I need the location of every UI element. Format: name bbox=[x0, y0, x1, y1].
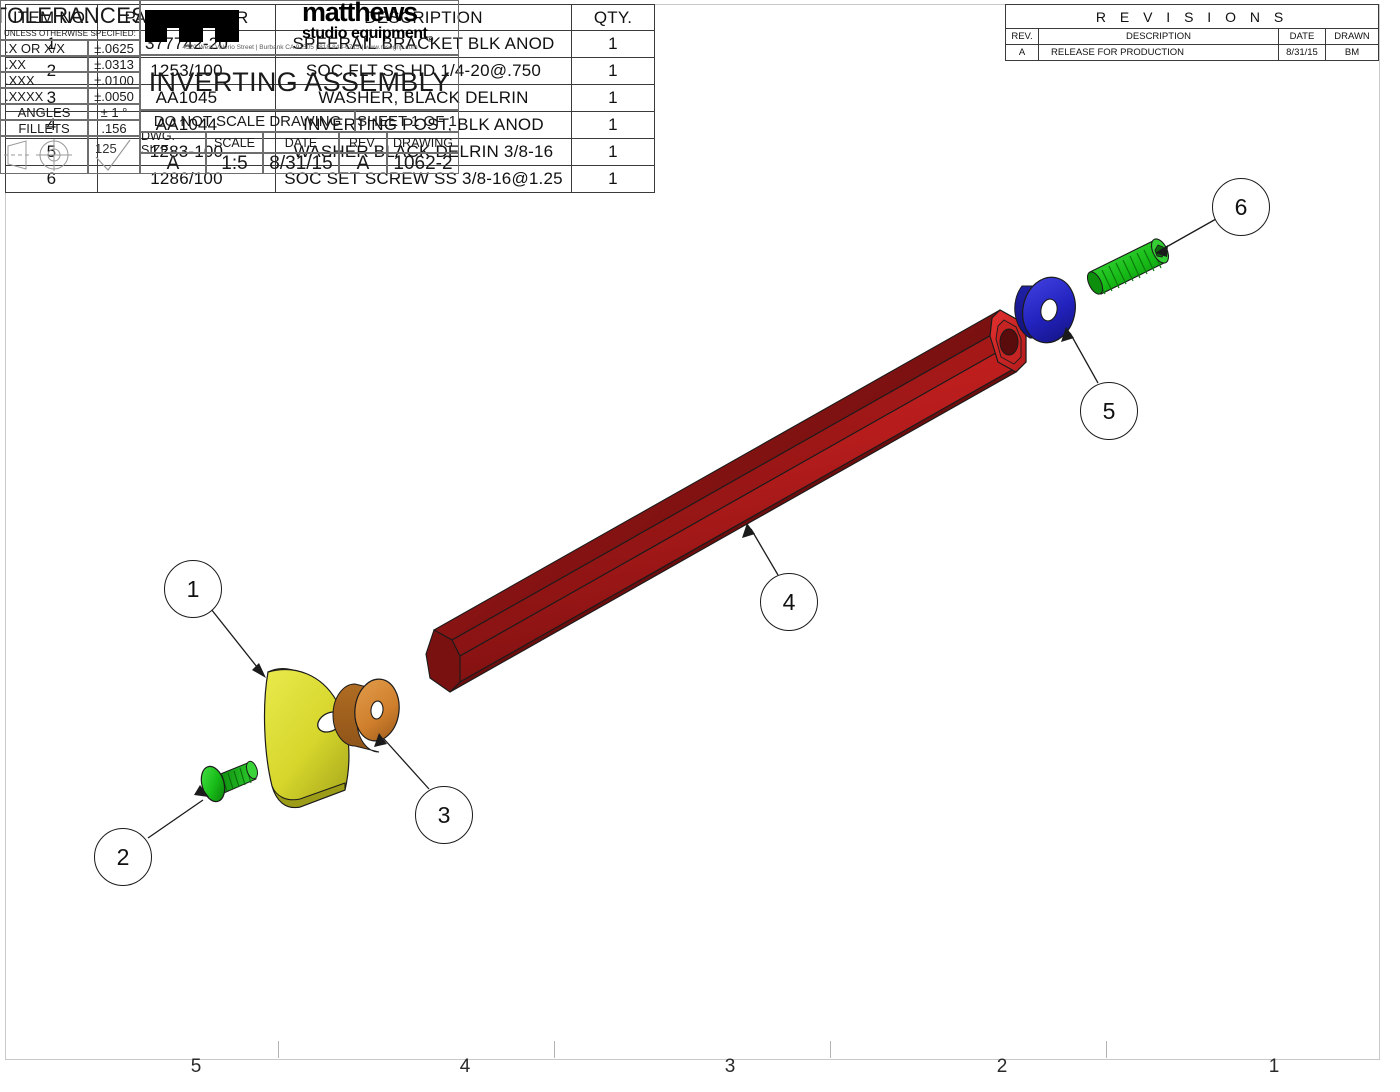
label-dwg-size: DWG. SIZE bbox=[140, 132, 206, 153]
balloon-1[interactable]: 1 bbox=[164, 560, 222, 618]
tolerance-label-x: .X OR X/X bbox=[0, 40, 88, 56]
zone-tick bbox=[554, 1041, 555, 1058]
value-date: 8/31/15 bbox=[263, 153, 339, 174]
tolerance-value-x: ±.0625 bbox=[88, 40, 140, 56]
do-not-scale-note: DO NOT SCALE DRAWING bbox=[140, 110, 355, 132]
balloon-2[interactable]: 2 bbox=[94, 828, 152, 886]
tolerance-label-fillets: FILLETS bbox=[0, 120, 88, 136]
tolerance-label-xxxx: .XXXX bbox=[0, 88, 88, 104]
part-socket-set-screw bbox=[1086, 238, 1170, 295]
value-dwg-size: A bbox=[140, 153, 206, 174]
tolerance-value-fillets: .156 bbox=[88, 120, 140, 136]
zone-tick bbox=[1106, 1041, 1107, 1058]
label-rev: REV. bbox=[339, 132, 387, 153]
zone-tick bbox=[278, 1041, 279, 1058]
balloon-1-number: 1 bbox=[186, 575, 200, 602]
screw-head bbox=[200, 765, 226, 803]
zone-label-5: 5 bbox=[190, 1056, 202, 1077]
zone-label-4: 4 bbox=[459, 1056, 471, 1077]
sheet-number: SHEET 1 OF 1 bbox=[355, 110, 459, 132]
drawing-title-text: INVERTING ASSEMBLY bbox=[148, 67, 451, 97]
value-scale: 1:5 bbox=[206, 153, 263, 174]
balloon-5-number: 5 bbox=[1102, 397, 1116, 424]
title-block: TOLERANCES UNLESS OTHERWISE SPECIFIED: .… bbox=[0, 0, 459, 174]
matthews-m-logo-icon bbox=[145, 10, 239, 42]
balloon-4-number: 4 bbox=[782, 588, 796, 615]
label-drawing: DRAWING bbox=[387, 132, 459, 153]
tolerances-subtitle: UNLESS OTHERWISE SPECIFIED: bbox=[4, 28, 136, 38]
balloon-5[interactable]: 5 bbox=[1080, 382, 1138, 440]
part-inverting-post bbox=[425, 309, 1027, 693]
company-address: 4520 West Valerio Street | Burbank CA 91… bbox=[182, 43, 418, 51]
balloon-3[interactable]: 3 bbox=[415, 786, 473, 844]
logo-main-text: matthews bbox=[302, 0, 418, 27]
value-drawing-number: 1062-2 bbox=[387, 153, 459, 174]
tolerance-label-angles: ANGLES bbox=[0, 104, 88, 120]
label-date: DATE bbox=[263, 132, 339, 153]
part-flat-head-socket-screw bbox=[200, 760, 259, 803]
surface-finish-symbol: 125 bbox=[88, 136, 140, 174]
value-rev: A bbox=[339, 153, 387, 174]
zone-label-3: 3 bbox=[724, 1056, 736, 1077]
part-speerail-bracket bbox=[263, 667, 350, 809]
tolerance-value-xxx: ±.0100 bbox=[88, 72, 140, 88]
label-scale: SCALE bbox=[206, 132, 263, 153]
page-title: INVERTING ASSEMBLY bbox=[140, 55, 459, 110]
tolerances-header: TOLERANCES UNLESS OTHERWISE SPECIFIED: bbox=[0, 0, 140, 40]
part-delrin-washer-small bbox=[332, 678, 400, 753]
balloon-4[interactable]: 4 bbox=[760, 573, 818, 631]
tolerance-value-xxxx: ±.0050 bbox=[88, 88, 140, 104]
balloon-2-number: 2 bbox=[116, 843, 130, 870]
tolerance-value-xx: ±.0313 bbox=[88, 56, 140, 72]
tolerance-value-angles: ± 1 ° bbox=[88, 104, 140, 120]
tolerance-label-xx: .XX bbox=[0, 56, 88, 72]
tolerances-title: TOLERANCES bbox=[0, 2, 140, 28]
third-angle-projection-icon bbox=[0, 136, 88, 174]
balloon-3-number: 3 bbox=[437, 801, 451, 828]
balloon-6-number: 6 bbox=[1234, 193, 1248, 220]
zone-label-1: 1 bbox=[1268, 1056, 1280, 1077]
tolerance-label-xxx: .XXX bbox=[0, 72, 88, 88]
zone-label-2: 2 bbox=[996, 1056, 1008, 1077]
balloon-6[interactable]: 6 bbox=[1212, 178, 1270, 236]
zone-tick bbox=[830, 1041, 831, 1058]
surface-finish-value: 125 bbox=[95, 141, 117, 156]
